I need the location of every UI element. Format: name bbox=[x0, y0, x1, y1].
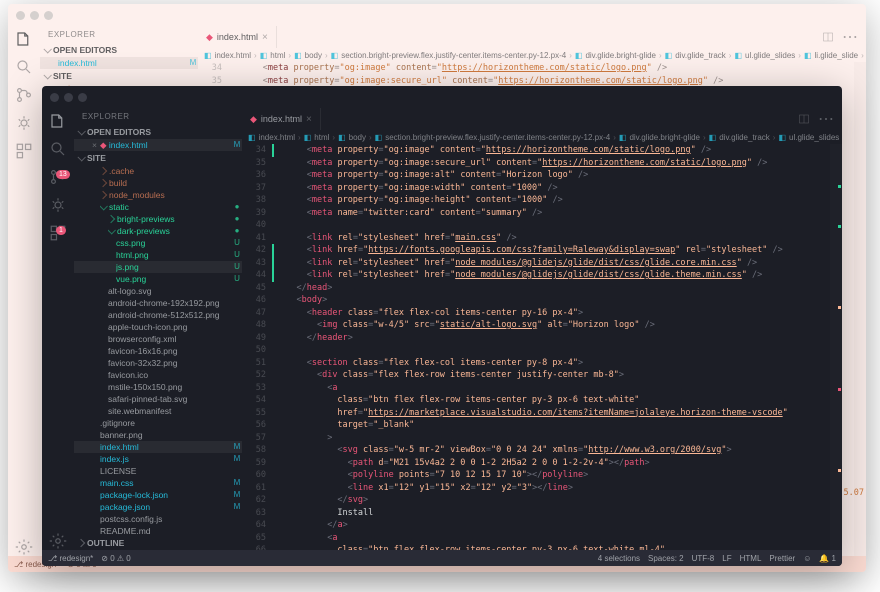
more-icon[interactable]: ⋯ bbox=[842, 27, 858, 47]
tree-file[interactable]: index.htmlM bbox=[74, 441, 242, 453]
tree-file[interactable]: apple-touch-icon.png bbox=[74, 321, 242, 333]
tree-folder[interactable]: dark-previews● bbox=[74, 225, 242, 237]
search-icon[interactable] bbox=[49, 140, 67, 158]
minimap[interactable] bbox=[830, 144, 842, 550]
open-editors-section[interactable]: OPEN EDITORS bbox=[74, 125, 242, 139]
feedback-icon[interactable]: ☺ bbox=[803, 554, 811, 563]
tab-index-html[interactable]: ◆index.html× bbox=[198, 26, 277, 48]
tree-file[interactable]: js.pngU bbox=[74, 261, 242, 273]
minimap[interactable] bbox=[854, 62, 866, 556]
traffic-min-icon[interactable] bbox=[64, 93, 73, 102]
ext-badge: 1 bbox=[56, 226, 66, 235]
breadcrumbs[interactable]: ◧index.html›◧html›◧body›◧section.bright-… bbox=[242, 130, 842, 144]
search-icon[interactable] bbox=[15, 58, 33, 76]
tab-bar: ◆index.html× ⋯ bbox=[242, 108, 842, 130]
traffic-max-icon[interactable] bbox=[78, 93, 87, 102]
tree-file[interactable]: README.md bbox=[74, 525, 242, 536]
tree-file[interactable]: mstile-150x150.png bbox=[74, 381, 242, 393]
tab-bar: ◆index.html× ⋯ bbox=[198, 26, 866, 48]
tree-file[interactable]: main.cssM bbox=[74, 477, 242, 489]
scm-badge: 13 bbox=[56, 170, 70, 179]
tree-file[interactable]: .gitignore bbox=[74, 417, 242, 429]
tab-index-html[interactable]: ◆index.html× bbox=[242, 108, 321, 130]
tree-file[interactable]: safari-pinned-tab.svg bbox=[74, 393, 242, 405]
tree-file[interactable]: favicon-32x32.png bbox=[74, 357, 242, 369]
eol-status[interactable]: LF bbox=[722, 554, 731, 563]
explorer-title: EXPLORER bbox=[74, 108, 242, 125]
tree-file[interactable]: browserconfig.xml bbox=[74, 333, 242, 345]
traffic-max-icon[interactable] bbox=[44, 11, 53, 20]
workspace-root[interactable]: SITE bbox=[74, 151, 242, 165]
close-icon[interactable]: × bbox=[306, 114, 312, 125]
outline-section[interactable]: OUTLINE bbox=[74, 536, 242, 550]
more-icon[interactable]: ⋯ bbox=[818, 109, 834, 129]
breadcrumbs[interactable]: ◧index.html›◧html›◧body›◧section.bright-… bbox=[198, 48, 866, 62]
tree-file[interactable]: package-lock.jsonM bbox=[74, 489, 242, 501]
editor: ◆index.html× ⋯ ◧index.html›◧html›◧body›◧… bbox=[242, 108, 842, 550]
gear-icon[interactable] bbox=[49, 532, 67, 550]
tree-file[interactable]: banner.png bbox=[74, 429, 242, 441]
tree-folder[interactable]: node_modules bbox=[74, 189, 242, 201]
files-icon[interactable] bbox=[49, 112, 67, 130]
tree-file[interactable]: alt-logo.svg bbox=[74, 285, 242, 297]
status-bar: ⎇ redesign* ⊘ 0 ⚠ 0 4 selections Spaces:… bbox=[42, 550, 842, 566]
tree-folder[interactable]: bright-previews● bbox=[74, 213, 242, 225]
close-icon[interactable]: × bbox=[92, 139, 97, 151]
tree-file[interactable]: postcss.config.js bbox=[74, 513, 242, 525]
problems-status[interactable]: ⊘ 0 ⚠ 0 bbox=[101, 554, 130, 563]
traffic-close-icon[interactable] bbox=[16, 11, 25, 20]
debug-icon[interactable] bbox=[15, 114, 33, 132]
gear-icon[interactable] bbox=[15, 538, 33, 556]
tree-file[interactable]: favicon.ico bbox=[74, 369, 242, 381]
tree-file[interactable]: android-chrome-192x192.png bbox=[74, 297, 242, 309]
html-file-icon: ◆ bbox=[206, 32, 213, 43]
tree-folder[interactable]: .cache bbox=[74, 165, 242, 177]
split-editor-icon[interactable] bbox=[798, 113, 810, 125]
encoding-status[interactable]: UTF-8 bbox=[692, 554, 715, 563]
bell-icon[interactable]: 🔔 1 bbox=[819, 554, 836, 563]
lang-status[interactable]: HTML bbox=[740, 554, 762, 563]
tree-folder[interactable]: static● bbox=[74, 201, 242, 213]
scm-icon[interactable] bbox=[15, 86, 33, 104]
tree-file[interactable]: index.jsM bbox=[74, 453, 242, 465]
titlebar[interactable] bbox=[8, 4, 866, 26]
traffic-close-icon[interactable] bbox=[50, 93, 59, 102]
open-editors-section[interactable]: OPEN EDITORS bbox=[40, 43, 198, 57]
traffic-min-icon[interactable] bbox=[30, 11, 39, 20]
tree-folder[interactable]: build bbox=[74, 177, 242, 189]
files-icon[interactable] bbox=[15, 30, 33, 48]
tree-file[interactable]: css.pngU bbox=[74, 237, 242, 249]
tree-file[interactable]: favicon-16x16.png bbox=[74, 345, 242, 357]
activity-bar bbox=[8, 26, 40, 556]
workspace-root[interactable]: SITE bbox=[40, 69, 198, 83]
titlebar[interactable] bbox=[42, 86, 842, 108]
code-area[interactable]: 3435363738394041424344454647484950515253… bbox=[242, 144, 842, 550]
selections-status[interactable]: 4 selections bbox=[598, 554, 640, 563]
debug-icon[interactable] bbox=[49, 196, 67, 214]
vscode-window-dark: 13 1 EXPLORER OPEN EDITORS ×◆ index.html… bbox=[42, 86, 842, 566]
tree-file[interactable]: vue.pngU bbox=[74, 273, 242, 285]
open-editor-row[interactable]: index.htmlM bbox=[40, 57, 198, 69]
tree-file[interactable]: site.webmanifest bbox=[74, 405, 242, 417]
extensions-icon[interactable] bbox=[15, 142, 33, 160]
html-file-icon: ◆ bbox=[250, 114, 257, 125]
sidebar: EXPLORER OPEN EDITORS ×◆ index.htmlM SIT… bbox=[74, 108, 242, 550]
branch-status[interactable]: ⎇ redesign* bbox=[48, 554, 93, 563]
close-icon[interactable]: × bbox=[262, 32, 268, 43]
tree-file[interactable]: package.jsonM bbox=[74, 501, 242, 513]
tree-file[interactable]: LICENSE bbox=[74, 465, 242, 477]
spaces-status[interactable]: Spaces: 2 bbox=[648, 554, 684, 563]
tree-file[interactable]: html.pngU bbox=[74, 249, 242, 261]
split-editor-icon[interactable] bbox=[822, 31, 834, 43]
formatter-status[interactable]: Prettier bbox=[769, 554, 795, 563]
tree-file[interactable]: android-chrome-512x512.png bbox=[74, 309, 242, 321]
activity-bar: 13 1 bbox=[42, 108, 74, 550]
open-editor-row[interactable]: ×◆ index.htmlM bbox=[74, 139, 242, 151]
explorer-title: EXPLORER bbox=[40, 26, 198, 43]
